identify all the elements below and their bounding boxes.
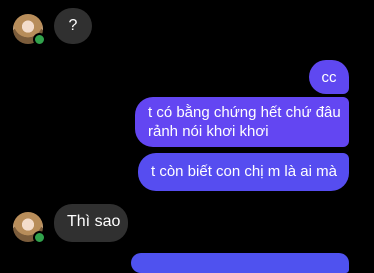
outgoing-message-bubble[interactable]: t có bằng chứng hết chứ đâu rảnh nói khơ…	[135, 97, 349, 147]
contact-avatar[interactable]	[13, 212, 46, 244]
message-text-line: rảnh nói khơi khơi	[148, 123, 269, 140]
incoming-message-bubble[interactable]: ?	[54, 8, 92, 44]
incoming-message-bubble[interactable]: Thì sao	[54, 204, 128, 242]
outgoing-message-bubble-partial[interactable]	[131, 253, 349, 273]
outgoing-message-bubble[interactable]: cc	[309, 60, 349, 94]
online-status-indicator	[33, 33, 46, 46]
online-status-indicator	[33, 231, 46, 244]
outgoing-message-bubble[interactable]: t còn biết con chị m là ai mà	[138, 153, 349, 191]
message-text-line: t có bằng chứng hết chứ đâu	[148, 104, 341, 121]
contact-avatar[interactable]	[13, 14, 46, 46]
